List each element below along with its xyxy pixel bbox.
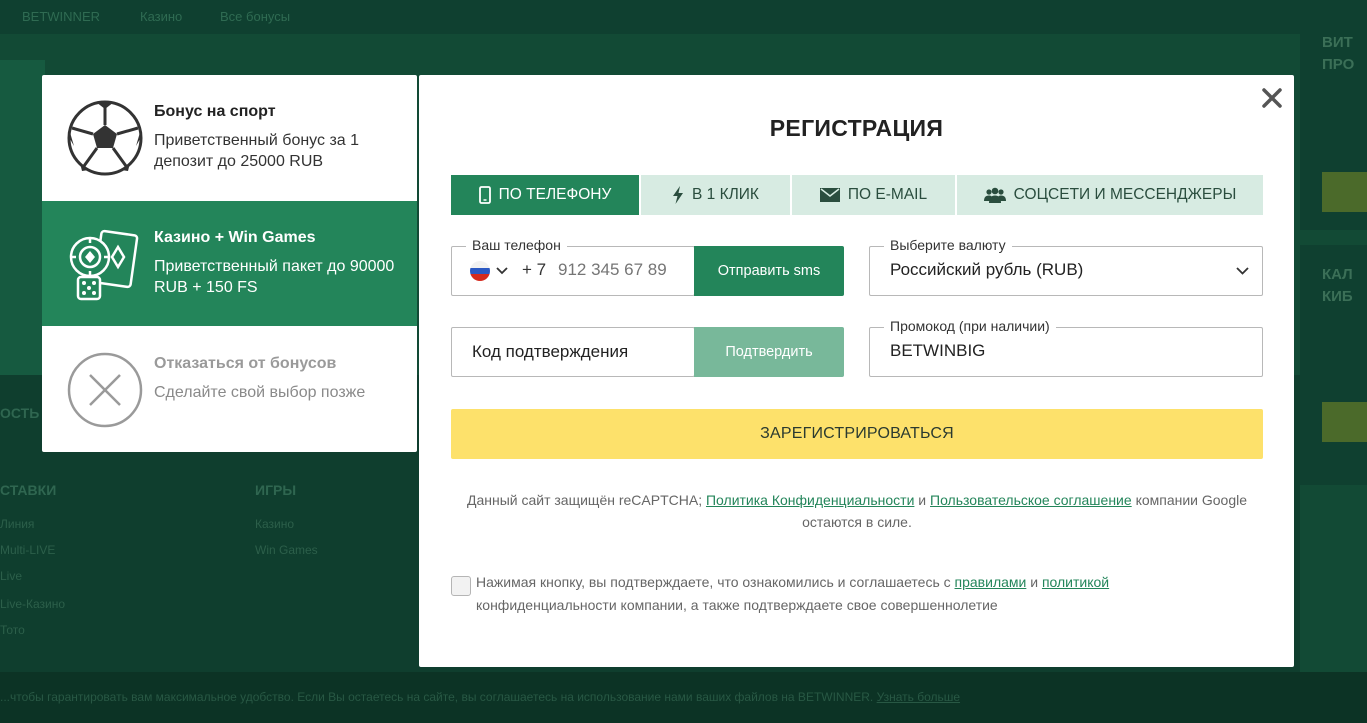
bg-footer-col1-title: СТАВКИ [0, 482, 57, 498]
send-sms-button[interactable]: Отправить sms [694, 246, 844, 296]
bg-nav-bonuses: Все бонусы [220, 9, 291, 24]
lightning-icon [673, 186, 684, 204]
terms-link[interactable]: Пользовательское соглашение [930, 492, 1132, 508]
bonus-panel: Бонус на спорт Приветственный бонус за 1… [42, 75, 417, 452]
privacy-policy-link[interactable]: Политика Конфиденциальности [706, 492, 914, 508]
bg-footer-col2-item: Казино [255, 517, 295, 531]
bonus-option-sport[interactable]: Бонус на спорт Приветственный бонус за 1… [42, 75, 417, 200]
tab-by-email[interactable]: ПО E-MAIL [792, 175, 955, 215]
promo-code-label: Промокод (при наличии) [884, 318, 1056, 334]
bg-footer-col2-item: Win Games [255, 543, 318, 557]
phone-field: Ваш телефон + 7 [451, 237, 695, 296]
confirm-code-button[interactable]: Подтвердить [694, 327, 844, 377]
registration-tabs: ПО ТЕЛЕФОНУ В 1 КЛИК ПО E-MAIL СОЦСЕТИ И… [451, 175, 1263, 215]
modal-title: РЕГИСТРАЦИЯ [769, 115, 944, 141]
users-icon [983, 187, 1006, 203]
bg-right-promo2-button [1322, 402, 1367, 442]
currency-label: Выберите валюту [884, 237, 1012, 253]
promo-code-value: BETWINBIG [890, 341, 986, 360]
bonus-option-casino[interactable]: Казино + Win Games Приветственный пакет … [42, 201, 417, 326]
bonus-title: Бонус на спорт [154, 103, 276, 120]
bg-footer-col1-item: Линия [0, 517, 35, 531]
currency-select[interactable]: Выберите валюту Российский рубль (RUB) [869, 237, 1263, 296]
tab-label: В 1 КЛИК [692, 186, 759, 203]
bg-footer-col1-item: Live [0, 569, 23, 583]
policy-link[interactable]: политикой [1042, 574, 1109, 590]
bg-footer-col2-title: ИГРЫ [255, 482, 297, 498]
bg-footer-col1-item: Multi-LIVE [0, 543, 56, 557]
bg-right-promo2-line2: КИБ [1322, 288, 1353, 305]
bg-nav-casino: Казино [140, 9, 183, 24]
currency-value: Российский рубль (RUB) [890, 260, 1084, 279]
recaptcha-notice: Данный сайт защищён reCAPTCHA; Политика … [466, 492, 1248, 530]
bg-nav-logo: BETWINNER [22, 9, 100, 24]
register-button[interactable]: ЗАРЕГИСТРИРОВАТЬСЯ [451, 409, 1263, 459]
chevron-down-icon [1236, 267, 1249, 275]
registration-modal: РЕГИСТРАЦИЯ ПО ТЕЛЕФОНУ В 1 КЛИК ПО E-MA… [419, 75, 1294, 667]
bg-footer-col1-item: Тото [0, 623, 25, 637]
bonus-description: Приветственный бонус за 1 депозит до 250… [154, 132, 360, 170]
russia-flag-icon[interactable] [470, 261, 490, 281]
close-icon[interactable] [1259, 85, 1285, 111]
consent-checkbox[interactable] [451, 576, 471, 596]
phone-input[interactable] [558, 260, 693, 280]
confirmation-code-placeholder: Код подтверждения [472, 342, 629, 361]
background-topbar [0, 0, 1367, 34]
chevron-down-icon[interactable] [496, 267, 508, 275]
tab-social[interactable]: СОЦСЕТИ И МЕССЕНДЖЕРЫ [957, 175, 1263, 215]
background-side-banner [0, 60, 45, 390]
phone-label: Ваш телефон [466, 237, 567, 253]
confirmation-code-field[interactable]: Код подтверждения [451, 327, 695, 377]
consent-text: Нажимая кнопку, вы подтверждаете, что оз… [476, 574, 1110, 613]
bonus-description: Приветственный пакет до 90000 RUB + 150 … [154, 258, 395, 296]
bg-right-promo2-line1: КАЛ [1322, 266, 1353, 283]
bg-section-partial: ОСТЬ [0, 405, 40, 421]
bg-footer-col1-item: Live-Казино [0, 597, 66, 611]
bg-cookie-text: ...чтобы гарантировать вам максимальное … [0, 690, 961, 704]
tab-label: ПО ТЕЛЕФОНУ [498, 186, 612, 203]
tab-label: СОЦСЕТИ И МЕССЕНДЖЕРЫ [1013, 186, 1237, 203]
promo-code-field[interactable]: Промокод (при наличии) BETWINBIG [869, 318, 1263, 377]
rules-link[interactable]: правилами [955, 574, 1027, 590]
casino-chips-cards-icon [69, 229, 139, 301]
tab-by-phone[interactable]: ПО ТЕЛЕФОНУ [451, 175, 639, 215]
bg-right-promo-line2: ПРО [1322, 56, 1355, 73]
bonus-option-decline[interactable]: Отказаться от бонусов Сделайте свой выбо… [42, 327, 417, 452]
bonus-description: Сделайте свой выбор позже [154, 384, 366, 401]
bonus-title: Казино + Win Games [154, 229, 316, 246]
phone-icon [478, 186, 491, 204]
bg-right-promo-button [1322, 172, 1367, 212]
soccer-ball-icon [67, 100, 143, 176]
envelope-icon [819, 188, 840, 202]
bg-right-promo-line1: ВИТ [1322, 34, 1353, 51]
phone-country-code: + 7 [522, 260, 547, 279]
tab-one-click[interactable]: В 1 КЛИК [641, 175, 790, 215]
close-circle-icon [67, 352, 143, 428]
tab-label: ПО E-MAIL [847, 186, 928, 203]
bonus-title: Отказаться от бонусов [154, 355, 337, 372]
